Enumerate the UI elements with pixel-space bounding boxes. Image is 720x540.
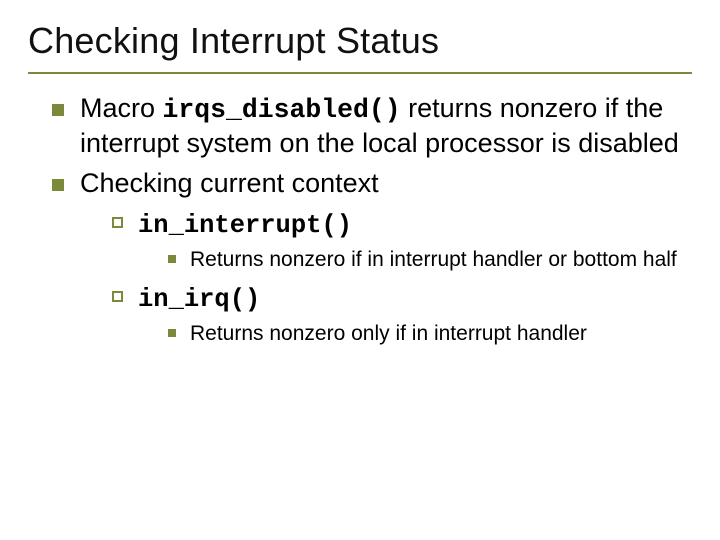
bullet-1-pre: Macro <box>80 93 163 123</box>
sub-item-2: in_irq() Returns nonzero only if in inte… <box>110 281 692 347</box>
subsublist-2: Returns nonzero only if in interrupt han… <box>138 320 692 347</box>
bullet-1-code: irqs_disabled() <box>163 95 401 125</box>
sub-2-desc: Returns nonzero only if in interrupt han… <box>166 320 692 347</box>
sub-item-1: in_interrupt() Returns nonzero if in int… <box>110 207 692 273</box>
bullet-list: Macro irqs_disabled() returns nonzero if… <box>28 92 692 347</box>
slide: Checking Interrupt Status Macro irqs_dis… <box>0 0 720 540</box>
sub-2-code: in_irq() <box>138 285 260 314</box>
sub-1-desc: Returns nonzero if in interrupt handler … <box>166 246 692 273</box>
sublist: in_interrupt() Returns nonzero if in int… <box>80 207 692 348</box>
subsublist-1: Returns nonzero if in interrupt handler … <box>138 246 692 273</box>
sub-1-code: in_interrupt() <box>138 211 352 240</box>
slide-title: Checking Interrupt Status <box>28 20 692 62</box>
bullet-item-1: Macro irqs_disabled() returns nonzero if… <box>46 92 692 161</box>
bullet-item-2: Checking current context in_interrupt() … <box>46 167 692 348</box>
title-underline <box>28 72 692 74</box>
bullet-2-text: Checking current context <box>80 168 379 198</box>
